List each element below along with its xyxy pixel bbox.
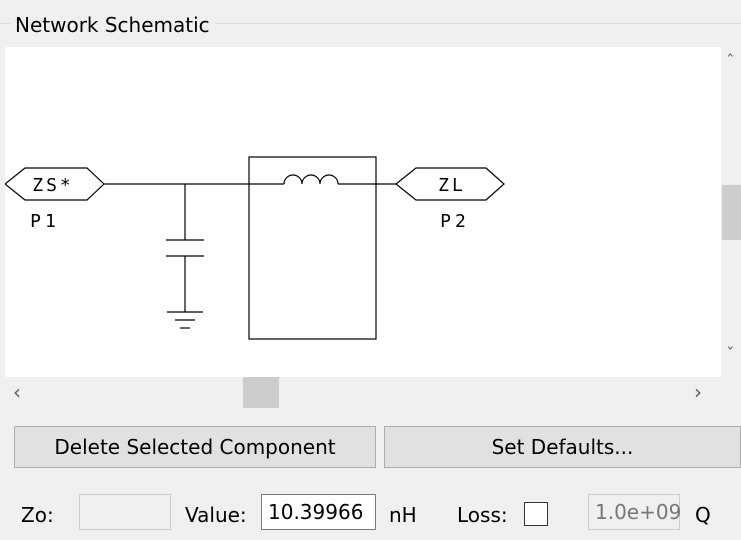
schematic-drawing: ZS* P1 ZL P2 [4, 156, 505, 340]
unit-label: nH [389, 503, 417, 527]
loss-checkbox[interactable] [524, 502, 548, 526]
chevron-up-icon[interactable]: ˆ [726, 52, 735, 72]
chevron-down-icon[interactable]: ˇ [726, 345, 735, 365]
port2-symbol-text: ZL [438, 175, 466, 196]
q-value-field[interactable]: 1.0e+09 [588, 494, 681, 530]
q-label: Q [695, 503, 711, 527]
zo-field[interactable] [79, 494, 171, 530]
port1-label: P1 [30, 211, 60, 232]
chevron-right-icon[interactable]: › [694, 380, 702, 404]
value-label: Value: [185, 503, 247, 527]
value-input[interactable]: 10.39966 [261, 494, 376, 530]
port2-label: P2 [440, 211, 470, 232]
horizontal-scroll-thumb[interactable] [243, 377, 279, 408]
chevron-left-icon[interactable]: ‹ [13, 380, 21, 404]
zo-label: Zo: [21, 503, 54, 527]
inductor-symbol [283, 174, 339, 185]
delete-component-button[interactable]: Delete Selected Component [14, 426, 376, 468]
schematic-canvas[interactable]: ZS* P1 ZL P2 [4, 47, 721, 377]
port1-symbol-text: ZS* [32, 175, 74, 196]
vertical-scroll-thumb[interactable] [722, 185, 741, 240]
loss-label: Loss: [457, 503, 508, 527]
horizontal-scrollbar[interactable] [5, 377, 721, 407]
group-title: Network Schematic [10, 11, 215, 39]
set-defaults-button[interactable]: Set Defaults... [384, 426, 741, 468]
